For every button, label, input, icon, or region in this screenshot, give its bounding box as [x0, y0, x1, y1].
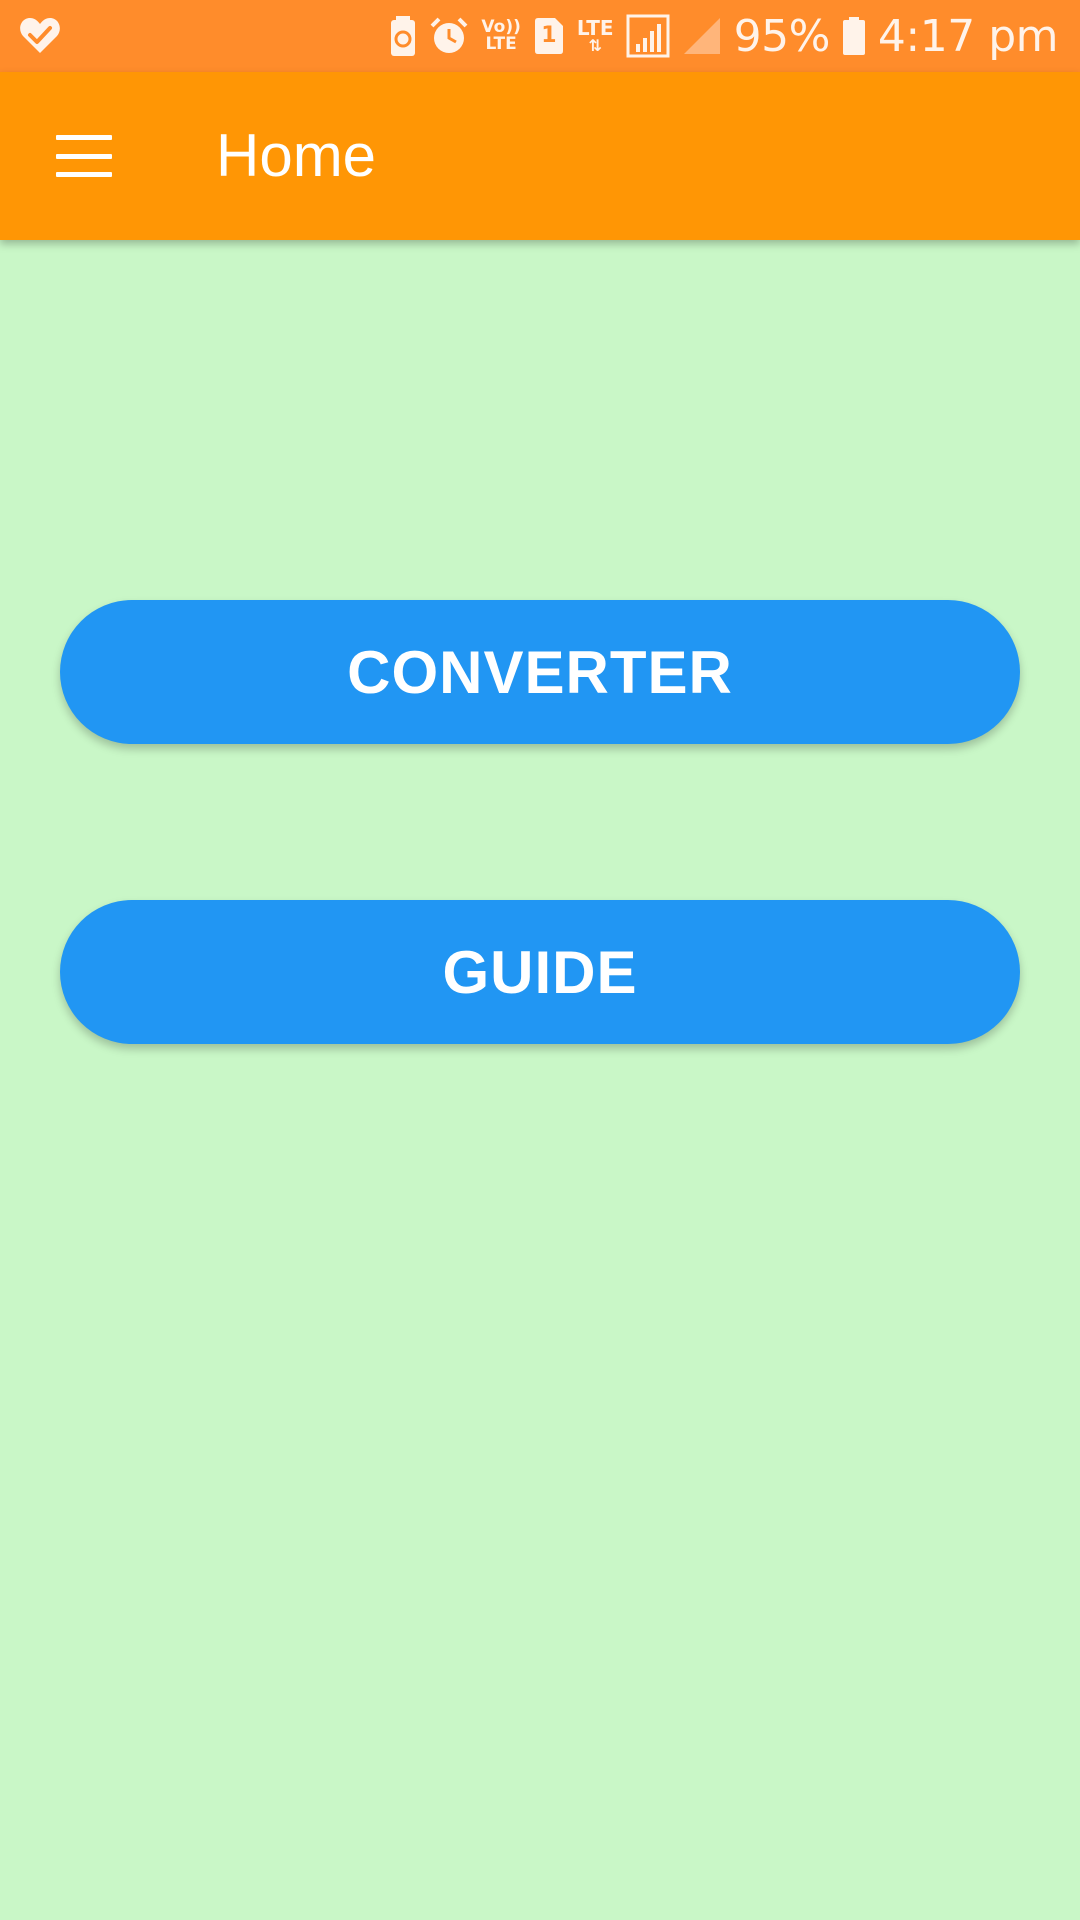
signal-icon: [626, 14, 670, 58]
alarm-icon: [429, 16, 469, 56]
status-bar: Vo)) LTE 1 LTE ⇅ 95% 4:17 pm: [0, 0, 1080, 72]
data-arrows-icon: ⇅: [588, 36, 602, 55]
heart-check-icon: [18, 14, 62, 58]
battery-percent: 95%: [733, 10, 831, 62]
lte-label: LTE: [576, 16, 614, 40]
battery-icon: [842, 16, 866, 56]
status-icons: Vo)) LTE 1 LTE ⇅ 95% 4:17 pm: [389, 0, 1059, 72]
converter-button[interactable]: CONVERTER: [60, 600, 1020, 744]
clock: 4:17 pm: [877, 10, 1059, 62]
volte-bottom-label: LTE: [485, 34, 517, 54]
lte-data-icon: LTE ⇅: [577, 18, 614, 54]
battery-saver-icon: [389, 15, 417, 57]
hamburger-menu-icon[interactable]: [40, 112, 128, 200]
signal-empty-icon: [682, 16, 722, 56]
sim-slot-label: 1: [541, 23, 557, 48]
menu-bars: [56, 135, 112, 177]
volte-icon: Vo)) LTE: [481, 19, 520, 53]
page-title: Home: [216, 122, 377, 189]
sim-icon: 1: [533, 17, 565, 55]
guide-button[interactable]: GUIDE: [60, 900, 1020, 1044]
app-bar: Home: [0, 72, 1080, 240]
